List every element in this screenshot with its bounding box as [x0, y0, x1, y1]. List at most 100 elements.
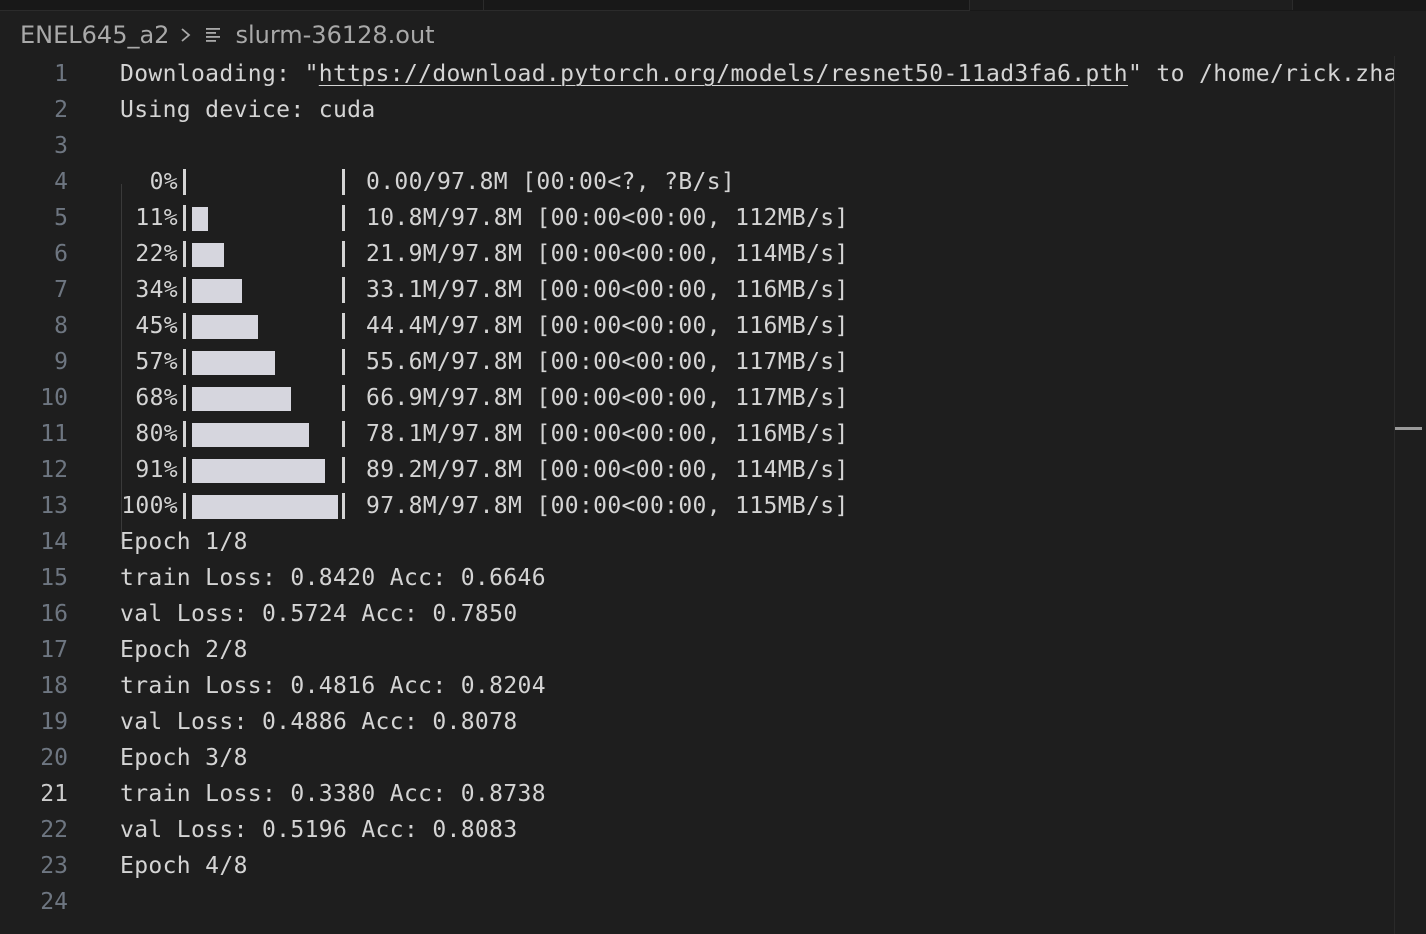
progress-bar-left-edge: [183, 457, 186, 483]
progress-stats: 78.1M/97.8M [00:00<00:00, 116MB/s]: [366, 421, 849, 447]
progress-bar-left-edge: [183, 241, 186, 267]
progress-bar-left-edge: [183, 349, 186, 375]
code-text: Epoch 1/8: [120, 529, 248, 555]
code-text: Epoch 4/8: [120, 853, 248, 879]
code-text: val Loss: 0.5724 Acc: 0.7850: [120, 601, 518, 627]
progress-bar-left-edge: [183, 169, 186, 195]
progress-bar-right-edge: [342, 349, 345, 375]
code-text: Epoch 3/8: [120, 745, 248, 771]
code-line[interactable]: 14 Epoch 1/8: [0, 524, 1394, 560]
file-lines-icon: [206, 28, 221, 42]
code-line[interactable]: 8 45% 44.4M/97.8M [00:00<00:00, 116MB/s]: [0, 308, 1394, 344]
code-line[interactable]: 11 80% 78.1M/97.8M [00:00<00:00, 116MB/s]: [0, 416, 1394, 452]
progress-stats: 66.9M/97.8M [00:00<00:00, 117MB/s]: [366, 385, 849, 411]
code-line[interactable]: 18 train Loss: 0.4816 Acc: 0.8204: [0, 668, 1394, 704]
progress-stats: 0.00/97.8M [00:00<?, ?B/s]: [366, 169, 736, 195]
line-number: 18: [40, 673, 68, 699]
line-number: 23: [40, 853, 68, 879]
code-text: val Loss: 0.5196 Acc: 0.8083: [120, 817, 518, 843]
code-line[interactable]: 7 34% 33.1M/97.8M [00:00<00:00, 116MB/s]: [0, 272, 1394, 308]
editor-text-area[interactable]: 1 Downloading: "https://download.pytorch.…: [0, 56, 1394, 934]
code-line[interactable]: 15 train Loss: 0.8420 Acc: 0.6646: [0, 560, 1394, 596]
line-number: 20: [40, 745, 68, 771]
code-line[interactable]: 5 11% 10.8M/97.8M [00:00<00:00, 112MB/s]: [0, 200, 1394, 236]
progress-percent: 57%: [135, 349, 178, 375]
breadcrumb-file[interactable]: slurm-36128.out: [235, 21, 434, 49]
chevron-right-icon: [181, 28, 191, 42]
progress-stats: 89.2M/97.8M [00:00<00:00, 114MB/s]: [366, 457, 849, 483]
code-text: Epoch 2/8: [120, 637, 248, 663]
editor-tab-strip: [0, 0, 1426, 11]
url-link[interactable]: https://download.pytorch.org/models/resn…: [319, 61, 1128, 87]
progress-bar-fill: [192, 459, 325, 483]
progress-percent: 80%: [135, 421, 178, 447]
code-text: Downloading: "https://download.pytorch.o…: [120, 56, 1394, 92]
progress-bar-right-edge: [342, 169, 345, 195]
line-number: 12: [40, 457, 68, 483]
code-line[interactable]: 2 Using device: cuda: [0, 92, 1394, 128]
progress-bar-fill: [192, 279, 242, 303]
progress-bar-fill: [192, 423, 309, 447]
code-line[interactable]: 1 Downloading: "https://download.pytorch.…: [0, 56, 1394, 92]
code-line[interactable]: 20 Epoch 3/8: [0, 740, 1394, 776]
progress-percent: 100%: [121, 493, 178, 519]
scrollbar-position-marker[interactable]: [1395, 427, 1422, 430]
line-number: 2: [54, 97, 68, 123]
code-line[interactable]: 9 57% 55.6M/97.8M [00:00<00:00, 117MB/s]: [0, 344, 1394, 380]
code-line[interactable]: 4 0% 0.00/97.8M [00:00<?, ?B/s]: [0, 164, 1394, 200]
progress-stats: 44.4M/97.8M [00:00<00:00, 116MB/s]: [366, 313, 849, 339]
code-text-prefix: Downloading: ": [120, 61, 319, 87]
progress-stats: 10.8M/97.8M [00:00<00:00, 112MB/s]: [366, 205, 849, 231]
line-number: 9: [54, 349, 68, 375]
progress-bar-fill: [192, 315, 258, 339]
progress-bar-left-edge: [183, 277, 186, 303]
line-number: 21: [40, 781, 68, 807]
progress-bar-fill: [192, 207, 208, 231]
code-text-suffix: " to /home/rick.zha: [1128, 61, 1394, 87]
line-number: 22: [40, 817, 68, 843]
progress-bar-right-edge: [342, 205, 345, 231]
progress-bar-right-edge: [342, 493, 345, 519]
progress-stats: 97.8M/97.8M [00:00<00:00, 115MB/s]: [366, 493, 849, 519]
line-number: 6: [54, 241, 68, 267]
code-line[interactable]: 22 val Loss: 0.5196 Acc: 0.8083: [0, 812, 1394, 848]
progress-bar-fill: [192, 387, 291, 411]
code-line[interactable]: 24: [0, 884, 1394, 920]
code-line[interactable]: 19 val Loss: 0.4886 Acc: 0.8078: [0, 704, 1394, 740]
code-line[interactable]: 12 91% 89.2M/97.8M [00:00<00:00, 114MB/s]: [0, 452, 1394, 488]
code-line[interactable]: 13 100% 97.8M/97.8M [00:00<00:00, 115MB/s]: [0, 488, 1394, 524]
code-line[interactable]: 21 train Loss: 0.3380 Acc: 0.8738: [0, 776, 1394, 812]
progress-bar-right-edge: [342, 277, 345, 303]
line-number: 13: [40, 493, 68, 519]
progress-percent: 45%: [135, 313, 178, 339]
progress-stats: 33.1M/97.8M [00:00<00:00, 116MB/s]: [366, 277, 849, 303]
breadcrumb: ENEL645_a2 slurm-36128.out: [20, 17, 435, 53]
progress-percent: 68%: [135, 385, 178, 411]
progress-bar-right-edge: [342, 313, 345, 339]
vertical-scrollbar[interactable]: [1394, 56, 1426, 934]
line-number: 11: [40, 421, 68, 447]
code-line[interactable]: 16 val Loss: 0.5724 Acc: 0.7850: [0, 596, 1394, 632]
line-number: 5: [54, 205, 68, 231]
code-line[interactable]: 10 68% 66.9M/97.8M [00:00<00:00, 117MB/s]: [0, 380, 1394, 416]
line-number: 14: [40, 529, 68, 555]
progress-percent: 34%: [135, 277, 178, 303]
code-line[interactable]: 17 Epoch 2/8: [0, 632, 1394, 668]
editor-tab-active[interactable]: [970, 0, 1293, 10]
line-number: 7: [54, 277, 68, 303]
code-text: train Loss: 0.8420 Acc: 0.6646: [120, 565, 546, 591]
code-line[interactable]: 23 Epoch 4/8: [0, 848, 1394, 884]
editor-tab[interactable]: [484, 0, 970, 11]
editor-tab[interactable]: [0, 0, 484, 11]
progress-bar-fill: [192, 495, 338, 519]
line-number: 19: [40, 709, 68, 735]
code-text: Using device: cuda: [120, 97, 376, 123]
progress-bar-right-edge: [342, 457, 345, 483]
progress-stats: 55.6M/97.8M [00:00<00:00, 117MB/s]: [366, 349, 849, 375]
code-line[interactable]: 3: [0, 128, 1394, 164]
line-number: 1: [54, 61, 68, 87]
breadcrumb-folder[interactable]: ENEL645_a2: [20, 21, 169, 49]
progress-percent: 11%: [135, 205, 178, 231]
line-number: 3: [54, 133, 68, 159]
code-line[interactable]: 6 22% 21.9M/97.8M [00:00<00:00, 114MB/s]: [0, 236, 1394, 272]
